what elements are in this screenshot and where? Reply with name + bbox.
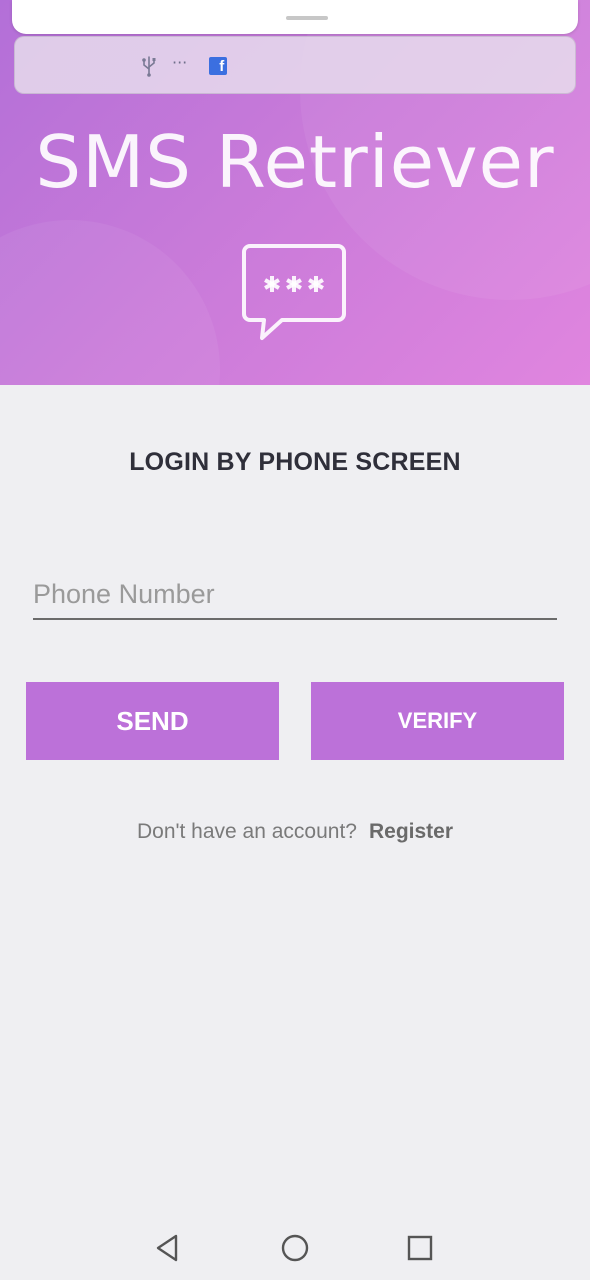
sms-password-icon (242, 244, 346, 340)
app-title: SMS Retriever (35, 120, 555, 204)
home-icon[interactable] (279, 1232, 311, 1264)
phone-number-input[interactable] (33, 570, 557, 620)
recent-apps-icon[interactable] (404, 1232, 436, 1264)
verify-button[interactable]: VERIFY (311, 682, 564, 760)
shade-drag-handle[interactable] (286, 16, 328, 20)
send-button[interactable]: SEND (26, 682, 279, 760)
status-bar[interactable] (14, 36, 576, 94)
status-icons: ··· f (140, 53, 228, 78)
register-link[interactable]: Register (369, 820, 453, 843)
screen-title: LOGIN BY PHONE SCREEN (129, 448, 461, 476)
back-icon[interactable] (152, 1232, 184, 1264)
facebook-icon: f (209, 57, 228, 75)
navigation-bar (0, 1210, 590, 1280)
register-prompt: Don't have an account? Register (0, 820, 590, 844)
no-account-text: Don't have an account? (136, 820, 357, 843)
notification-shade[interactable] (12, 0, 578, 34)
more-dots-icon: ··· (172, 53, 188, 72)
usb-icon (142, 56, 156, 77)
